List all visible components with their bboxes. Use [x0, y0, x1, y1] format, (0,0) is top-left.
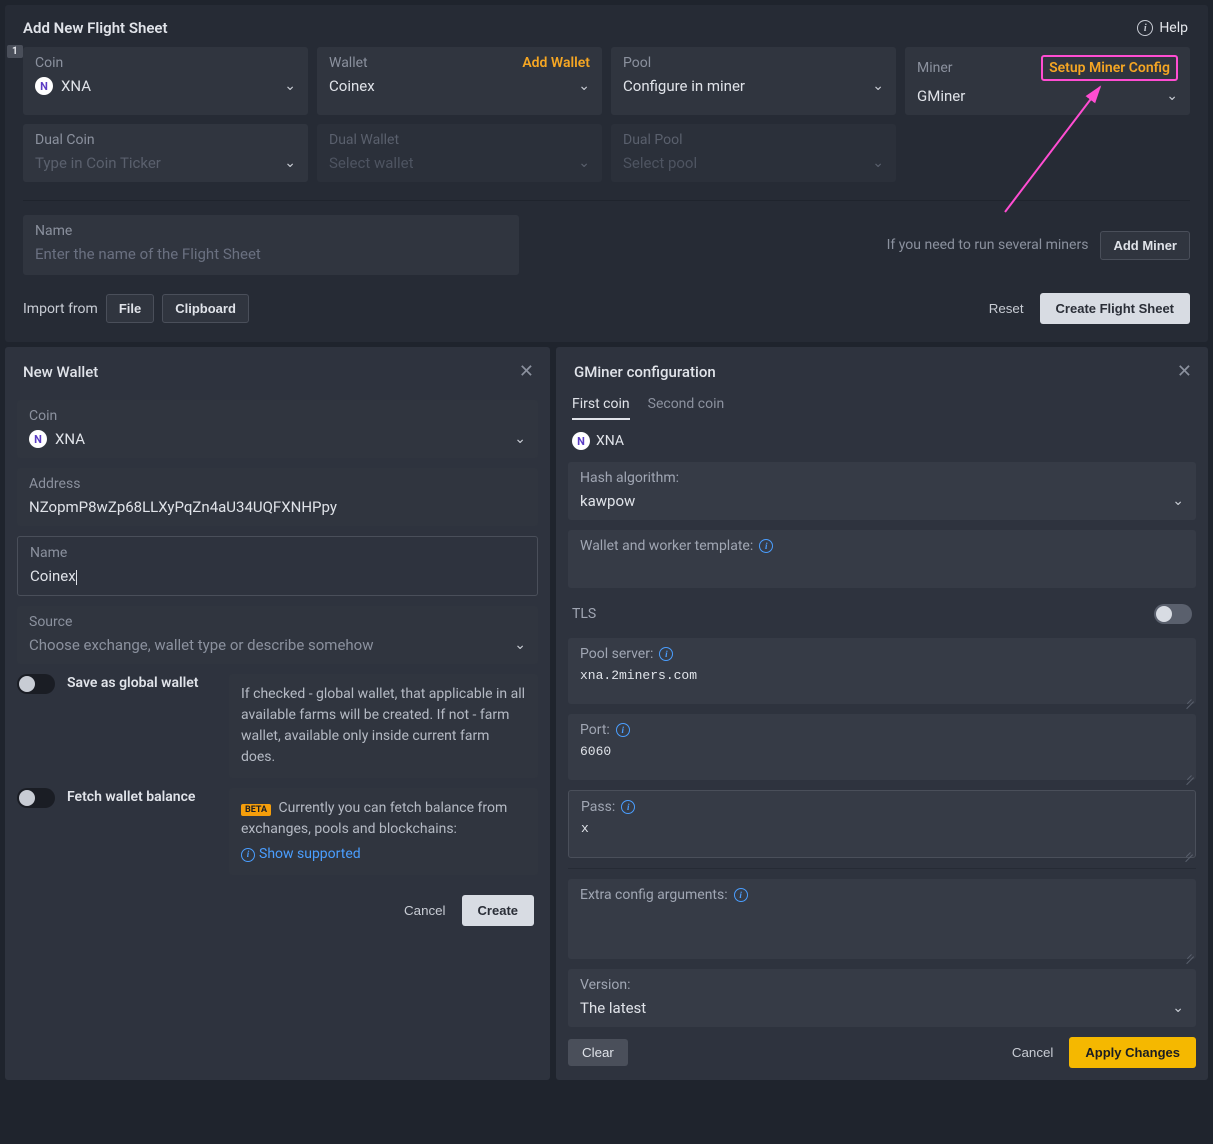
coin-icon: N	[29, 430, 47, 448]
wallet-create-button[interactable]: Create	[462, 895, 534, 926]
import-file-button[interactable]: File	[106, 294, 154, 323]
chevron-down-icon: ⌄	[578, 155, 590, 171]
resize-handle-icon[interactable]	[1184, 768, 1194, 778]
page-title: Add New Flight Sheet	[23, 19, 168, 37]
tls-label: TLS	[572, 606, 596, 622]
save-global-toggle[interactable]	[17, 674, 55, 694]
add-miner-button[interactable]: Add Miner	[1100, 231, 1190, 260]
tab-second-coin[interactable]: Second coin	[648, 396, 725, 420]
clear-button[interactable]: Clear	[568, 1039, 628, 1066]
add-wallet-link[interactable]: Add Wallet	[522, 55, 590, 71]
chevron-down-icon: ⌄	[872, 155, 884, 171]
resize-handle-icon[interactable]	[1184, 692, 1194, 702]
port-input[interactable]: Port: i 6060	[568, 714, 1196, 780]
wallet-coin-select[interactable]: Coin N XNA ⌄	[17, 400, 538, 458]
coin-select[interactable]: Coin N XNA ⌄	[23, 47, 308, 115]
save-global-desc: If checked - global wallet, that applica…	[229, 674, 538, 778]
miner-index-chip: 1	[7, 45, 23, 58]
help-link[interactable]: i Help	[1137, 20, 1188, 36]
new-wallet-title: New Wallet	[23, 363, 98, 381]
coin-icon: N	[572, 432, 590, 450]
save-global-label: Save as global wallet	[67, 674, 217, 691]
chevron-down-icon: ⌄	[514, 637, 526, 653]
chevron-down-icon: ⌄	[514, 431, 526, 447]
fetch-balance-desc: BETA Currently you can fetch balance fro…	[229, 788, 538, 875]
info-icon[interactable]: i	[659, 647, 673, 661]
create-flight-sheet-button[interactable]: Create Flight Sheet	[1040, 293, 1190, 324]
beta-badge: BETA	[241, 804, 271, 816]
version-select[interactable]: Version: The latest ⌄	[568, 969, 1196, 1027]
chevron-down-icon: ⌄	[578, 78, 590, 94]
import-clipboard-button[interactable]: Clipboard	[162, 294, 249, 323]
pool-select[interactable]: Pool Configure in miner ⌄	[611, 47, 896, 115]
info-icon[interactable]: i	[759, 539, 773, 553]
miner-config-panel: GMiner configuration ✕ First coin Second…	[556, 347, 1208, 1080]
info-icon[interactable]: i	[734, 888, 748, 902]
tls-toggle[interactable]	[1154, 604, 1192, 624]
wallet-template-input[interactable]: Wallet and worker template: i	[568, 530, 1196, 588]
add-miner-hint: If you need to run several miners	[887, 237, 1089, 253]
info-icon: i	[1137, 20, 1153, 36]
resize-handle-icon[interactable]	[1184, 947, 1194, 957]
pass-input[interactable]: Pass: i x	[568, 790, 1196, 858]
info-icon[interactable]: i	[616, 723, 630, 737]
chevron-down-icon: ⌄	[1166, 88, 1178, 104]
extra-args-input[interactable]: Extra config arguments: i	[568, 879, 1196, 959]
fetch-balance-toggle[interactable]	[17, 788, 55, 808]
chevron-down-icon: ⌄	[872, 78, 884, 94]
tab-first-coin[interactable]: First coin	[572, 396, 630, 420]
apply-changes-button[interactable]: Apply Changes	[1069, 1037, 1196, 1068]
import-from-label: Import from	[23, 301, 98, 317]
miner-cancel-button[interactable]: Cancel	[1012, 1045, 1054, 1060]
chevron-down-icon: ⌄	[284, 78, 296, 94]
miner-select[interactable]: Miner Setup Miner Config GMiner ⌄	[905, 47, 1190, 115]
hash-algorithm-select[interactable]: Hash algorithm: kawpow ⌄	[568, 462, 1196, 520]
close-icon[interactable]: ✕	[519, 361, 534, 382]
chevron-down-icon: ⌄	[1172, 493, 1184, 509]
wallet-name-input[interactable]: Name Coinex	[17, 536, 538, 596]
reset-button[interactable]: Reset	[989, 301, 1024, 316]
new-wallet-panel: New Wallet ✕ Coin N XNA ⌄ Address NZopmP…	[5, 347, 550, 1080]
wallet-source-select[interactable]: Source Choose exchange, wallet type or d…	[17, 606, 538, 664]
coin-icon: N	[35, 77, 53, 95]
wallet-address-input[interactable]: Address NZopmP8wZp68LLXyPqZn4aU34UQFXNHP…	[17, 468, 538, 526]
miner-coin-label: XNA	[596, 433, 624, 449]
info-icon[interactable]: i	[621, 800, 635, 814]
dual-pool-select: Dual Pool Select pool ⌄	[611, 124, 896, 182]
wallet-cancel-button[interactable]: Cancel	[404, 903, 446, 918]
show-supported-link[interactable]: Show supported	[259, 844, 361, 865]
chevron-down-icon: ⌄	[1172, 1000, 1184, 1016]
pool-server-input[interactable]: Pool server: i xna.2miners.com	[568, 638, 1196, 704]
flight-sheet-name-input[interactable]: Name Enter the name of the Flight Sheet	[23, 215, 519, 275]
resize-handle-icon[interactable]	[1183, 845, 1193, 855]
setup-miner-config-link[interactable]: Setup Miner Config	[1041, 55, 1178, 81]
dual-wallet-select: Dual Wallet Select wallet ⌄	[317, 124, 602, 182]
fetch-balance-label: Fetch wallet balance	[67, 788, 217, 805]
chevron-down-icon: ⌄	[284, 155, 296, 171]
miner-config-title: GMiner configuration	[574, 363, 716, 381]
wallet-select[interactable]: Wallet Add Wallet Coinex ⌄	[317, 47, 602, 115]
info-icon: i	[241, 848, 255, 862]
dual-coin-select[interactable]: Dual Coin Type in Coin Ticker ⌄	[23, 124, 308, 182]
close-icon[interactable]: ✕	[1177, 361, 1192, 382]
flight-sheet-panel: Add New Flight Sheet i Help 1 Coin N XNA…	[5, 5, 1208, 342]
